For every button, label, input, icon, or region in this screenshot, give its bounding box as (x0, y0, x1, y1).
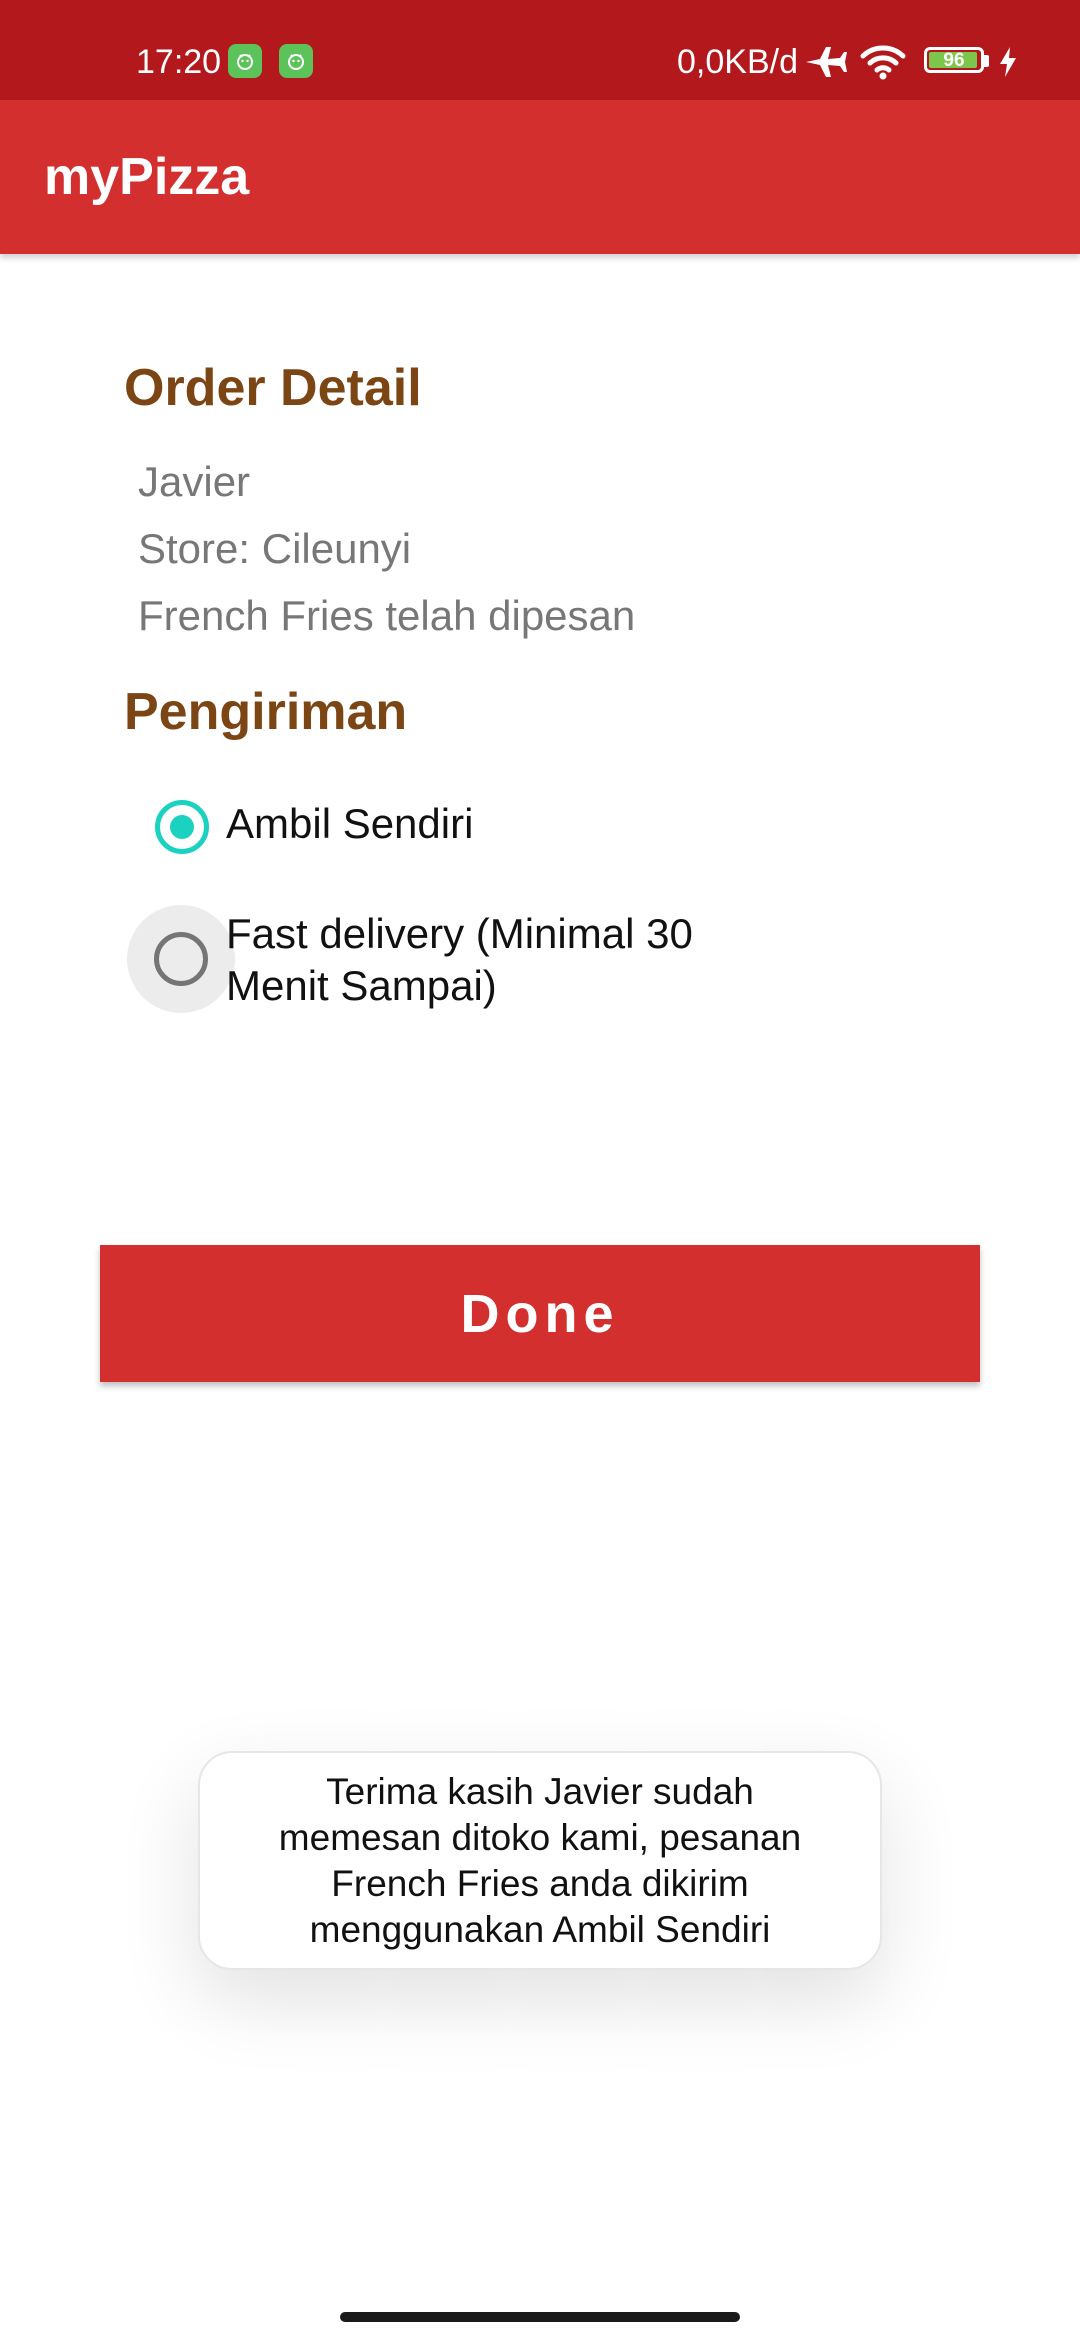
store-label: Store: (138, 525, 251, 572)
store-name: Cileunyi (261, 525, 412, 572)
radio-label-fast-delivery-line1: Fast delivery (Minimal 30 (226, 910, 693, 957)
network-speed: 0,0KB/d (677, 43, 798, 81)
order-detail-heading: Order Detail (124, 359, 422, 417)
status-time: 17:20 (136, 43, 222, 81)
radio-label-fast-delivery-line2: Menit Sampai) (226, 962, 497, 1009)
status-bar: 17:20 0,0KB/d 96 (0, 0, 1080, 100)
radio-selected-icon[interactable] (155, 800, 209, 854)
radio-label-ambil-sendiri: Ambil Sendiri (226, 800, 474, 847)
charging-bolt-icon (1000, 47, 1016, 77)
toast-message: Terima kasih Javier sudah memesan ditoko… (198, 1751, 882, 1970)
toast-line: memesan ditoko kami, pesanan (278, 1816, 802, 1858)
radio-unselected-icon[interactable] (154, 932, 208, 986)
airplane-mode-icon (806, 47, 847, 77)
app-title: myPizza (44, 148, 250, 206)
android-app-icon (228, 44, 262, 78)
toast-line: French Fries anda dikirim (331, 1862, 749, 1904)
customer-name: Javier (138, 458, 251, 505)
toast-line: Terima kasih Javier sudah (326, 1770, 754, 1812)
android-app-icon (279, 44, 313, 78)
battery-level-text: 96 (943, 50, 965, 71)
app-bar: myPizza (0, 100, 1080, 254)
done-button[interactable]: Done (100, 1245, 980, 1382)
home-indicator[interactable] (340, 2312, 740, 2322)
order-summary: French Fries telah dipesan (138, 592, 636, 639)
store-line: Store: Cileunyi (138, 525, 411, 573)
battery-tip (984, 55, 989, 67)
radio-ambil-sendiri[interactable]: Ambil Sendiri (124, 790, 824, 870)
screen: 17:20 0,0KB/d 96 myPizza Order Detail Ja… (0, 0, 1080, 2340)
radio-label-fast-delivery: Fast delivery (Minimal 30 Menit Sampai) (226, 908, 693, 1012)
toast-text: Terima kasih Javier sudah memesan ditoko… (240, 1769, 840, 1953)
delivery-heading: Pengiriman (124, 683, 408, 741)
radio-fast-delivery[interactable]: Fast delivery (Minimal 30 Menit Sampai) (124, 904, 824, 1014)
battery-icon: 96 (924, 47, 984, 73)
radio-selected-dot (170, 815, 194, 839)
wifi-icon (860, 45, 906, 80)
toast-line: menggunakan Ambil Sendiri (309, 1908, 771, 1950)
